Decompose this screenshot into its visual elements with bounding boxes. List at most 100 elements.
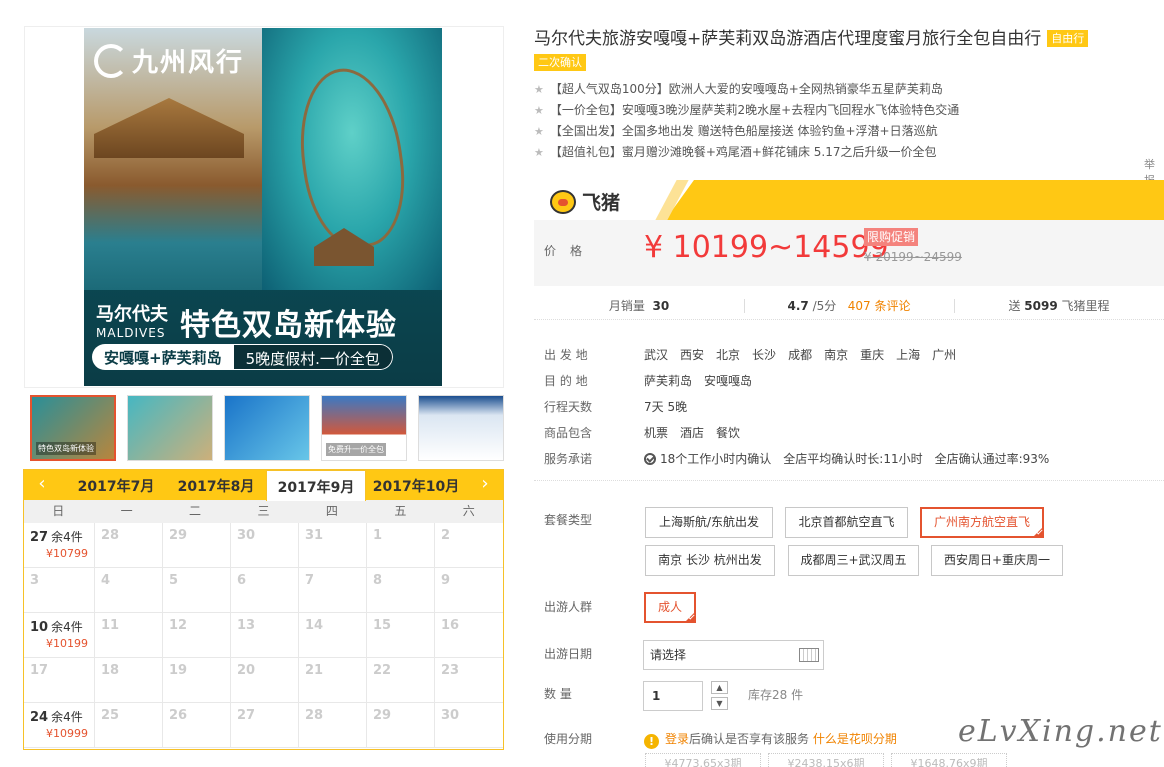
day-number: 4 [101,573,111,588]
day-number: 29 [169,528,188,543]
day-number: 28 [101,528,120,543]
monthly-sales: 月销量 30 [608,299,670,313]
package-option[interactable]: 成都周三+武汉周五 [788,545,919,576]
thumbnail-4[interactable]: 免费升一价全包 [321,395,407,461]
package-option-selected[interactable]: 广州南方航空直飞 [920,507,1044,538]
calendar-day: 2 [435,523,503,568]
day-number: 24 [30,710,49,725]
attr-includes: 商品包含 机票 酒店 餐饮 [544,426,741,440]
calendar-month-tab[interactable]: 2017年8月 [166,470,266,500]
installment-plan[interactable]: ¥4773.65x3期 [645,753,761,767]
stock-count: 库存28 件 [748,688,804,702]
day-number: 15 [373,618,392,633]
calendar-day: 12 [163,613,231,658]
huabei-help-link[interactable]: 什么是花呗分期 [813,732,897,746]
depart-city: 南京 [824,348,849,362]
calendar-day: 6 [231,568,299,613]
calendar-day: 29 [367,703,435,748]
calendar-day-available[interactable]: 24 余4件 ¥10999 [24,703,95,748]
product-info: 马尔代夫旅游安嘎嘎+萨芙莉双岛游酒店代理度蜜月旅行全包自由行 自由行 二次确认 ★… [534,26,1164,187]
thumbnail-1[interactable]: 特色双岛新体验 [30,395,116,461]
day-price: ¥10199 [46,637,88,650]
day-number: 30 [237,528,256,543]
day-number: 14 [305,618,324,633]
quantity-down-icon[interactable]: ▼ [711,697,728,710]
depart-city: 长沙 [752,348,777,362]
calendar-day: 14 [299,613,367,658]
depart-city: 重庆 [860,348,885,362]
quantity-input[interactable]: 1 [643,681,703,711]
quantity-label: 数 量 [544,687,572,701]
feature-list: ★ 【超人气双岛100分】欧洲人大爱的安嘎嘎岛+全网热销豪华五星萨芙莉岛 ★ 【一价… [534,79,1164,163]
warning-icon: ! [644,734,659,749]
package-option[interactable]: 上海斯航/东航出发 [645,507,773,538]
calendar-day: 28 [95,523,163,568]
calendar-weekdays: 日 一 二 三 四 五 六 [24,500,503,523]
day-number: 27 [237,708,256,723]
calendar-day: 21 [299,658,367,703]
calendar-day: 31 [299,523,367,568]
calendar-month-tab[interactable]: 2017年10月 [366,470,466,500]
calendar-day: 23 [435,658,503,703]
calendar-month-tab[interactable]: 2017年7月 [66,470,166,500]
package-option[interactable]: 西安周日+重庆周一 [931,545,1063,576]
day-number: 31 [305,528,324,543]
brand-logo-icon [94,43,128,78]
calendar-day: 9 [435,568,503,613]
depart-city: 广州 [932,348,957,362]
calendar-day-available[interactable]: 10 余4件 ¥10199 [24,613,95,658]
calendar-day: 15 [367,613,435,658]
installment-plan[interactable]: ¥2438.15x6期 [768,753,884,767]
calendar-day: 20 [231,658,299,703]
calendar-day: 19 [163,658,231,703]
pig-icon [550,189,576,214]
star-icon: ★ [534,83,544,96]
login-link[interactable]: 登录 [665,732,689,746]
image-pill: 安嘎嘎+萨芙莉岛 5晚度假村.一价全包 [92,344,393,370]
day-number: 5 [169,573,179,588]
watermark: eLvXing.net [958,714,1163,749]
depart-city: 上海 [896,348,921,362]
calendar-day-available[interactable]: 27 余4件 ¥10799 [24,523,95,568]
day-number: 23 [441,663,460,678]
departure-calendar: ‹ 2017年7月 2017年8月 2017年9月 2017年10月 › 日 一… [23,469,504,750]
calendar-prev-icon[interactable]: ‹ [32,474,52,494]
tag-free-travel: 自由行 [1047,30,1089,47]
calendar-icon[interactable] [799,648,819,662]
product-attributes: 出 发 地 武汉 西安 北京 长沙 成都 南京 重庆 上海 广州 目 的 地 萨芙莉岛 安嘎嘎岛 … [544,342,1061,472]
depart-city: 北京 [716,348,741,362]
remaining-count: 余4件 [51,620,83,634]
package-option[interactable]: 北京首都航空直飞 [785,507,908,538]
day-number: 8 [373,573,383,588]
calendar-day: 22 [367,658,435,703]
thumbnail-5[interactable] [418,395,504,461]
day-price: ¥10799 [46,547,88,560]
miles: 送 5099 飞猪里程 [954,292,1164,319]
calendar-day: 13 [231,613,299,658]
thumbnail-2[interactable] [127,395,213,461]
installment-plan[interactable]: ¥1648.76x9期 [891,753,1007,767]
traveler-adult-option[interactable]: 成人 [644,592,696,623]
calendar-month-tab-active[interactable]: 2017年9月 [266,470,366,501]
thumbnail-3[interactable] [224,395,310,461]
day-number: 2 [441,528,451,543]
day-number: 20 [237,663,256,678]
price-label: 价格 [544,244,597,258]
package-type-label: 套餐类型 [544,513,593,527]
calendar-day: 3 [24,568,95,613]
calendar-next-icon[interactable]: › [475,474,495,494]
travel-date-input[interactable]: 请选择 [643,640,824,670]
reviews-link[interactable]: 407 条评论 [848,299,911,313]
brand-logo: 九州风行 [94,42,244,79]
tag-second-confirm: 二次确认 [534,54,586,71]
day-number: 19 [169,663,188,678]
remaining-count: 余4件 [51,710,83,724]
main-product-image[interactable]: 九州风行 马尔代夫 MALDIVES 特色双岛新体验 安嘎嘎+萨芙莉岛 5晚度假… [84,28,442,386]
attr-dest: 目 的 地 萨芙莉岛 安嘎嘎岛 [544,374,753,388]
package-option[interactable]: 南京 长沙 杭州出发 [645,545,775,576]
calendar-day: 30 [231,523,299,568]
quantity-up-icon[interactable]: ▲ [711,681,728,694]
brand-name: 飞猪 [582,192,621,214]
rating: 4.7 /5分 407 条评论 [744,292,954,319]
day-price: ¥10999 [46,727,88,740]
